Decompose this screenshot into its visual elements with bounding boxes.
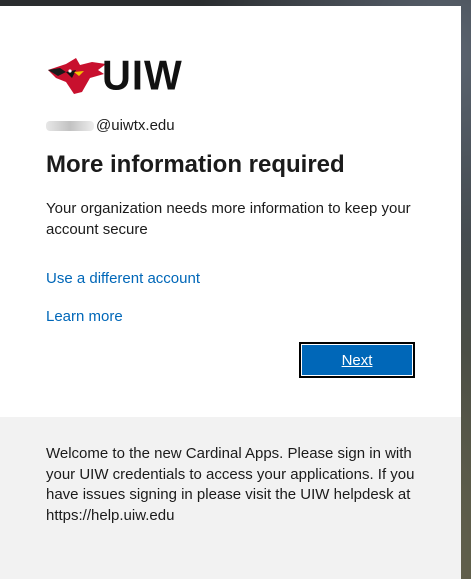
footer-message: Welcome to the new Cardinal Apps. Please… (46, 445, 415, 524)
page-title: More information required (46, 151, 345, 178)
next-button[interactable]: Next (299, 342, 415, 378)
description-text: Your organization needs more information… (46, 200, 411, 238)
email-domain: @uiwtx.edu (96, 117, 175, 134)
cardinal-head-icon (48, 58, 106, 94)
logo-text: UIW (102, 52, 183, 100)
redacted-username (46, 121, 94, 132)
footer-panel: Welcome to the new Cardinal Apps. Please… (0, 417, 461, 579)
learn-more-link[interactable]: Learn more (46, 307, 123, 327)
uiw-logo: UIW (46, 52, 183, 100)
sign-in-card: UIW @uiwtx.edu More information required… (0, 6, 461, 417)
use-different-account-link[interactable]: Use a different account (46, 269, 200, 289)
account-email: @uiwtx.edu (46, 116, 175, 136)
